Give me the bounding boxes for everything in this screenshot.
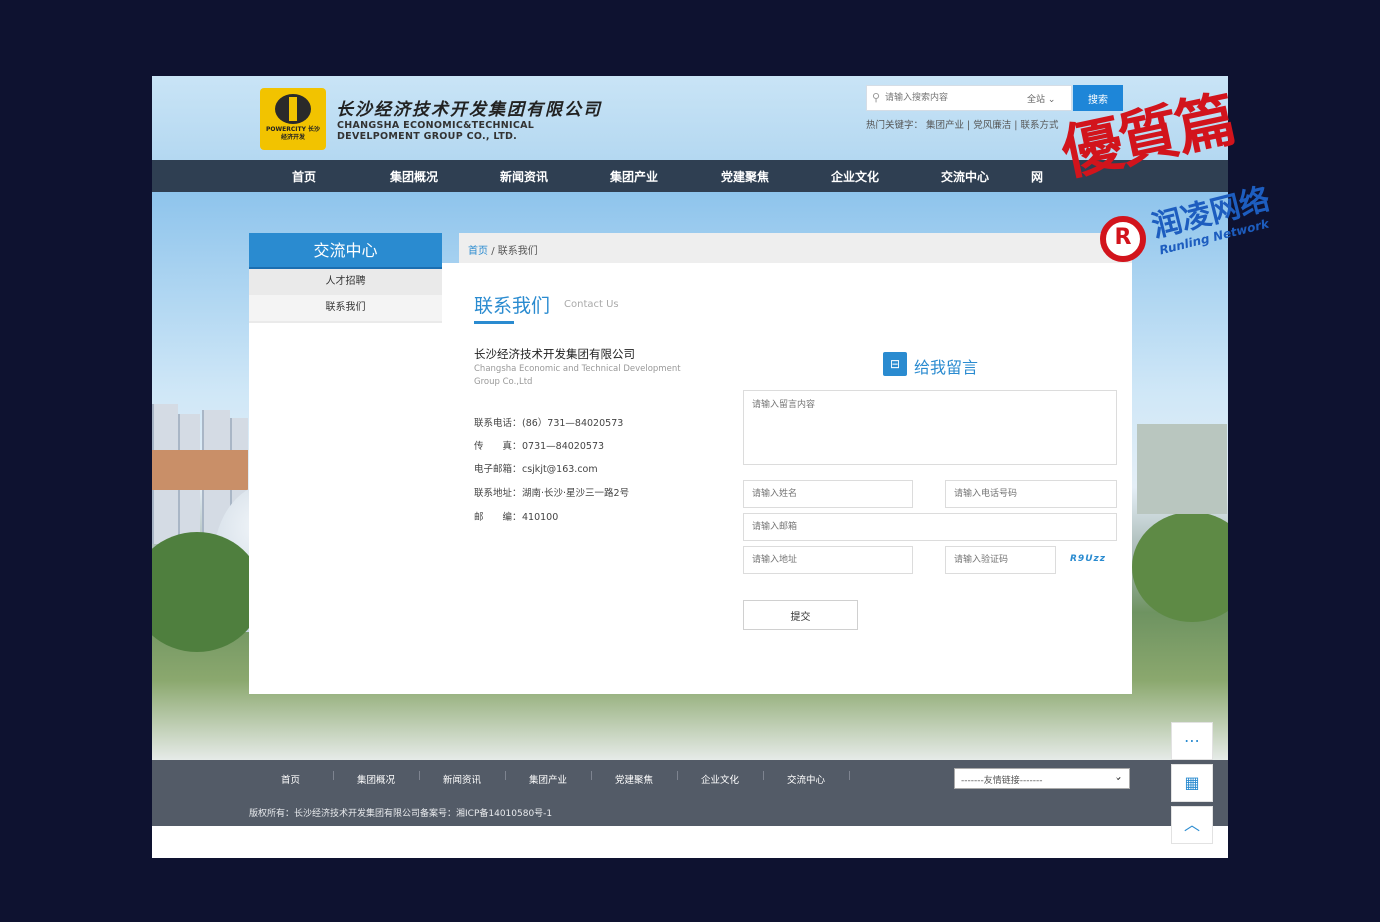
captcha-field[interactable] <box>945 546 1056 574</box>
tree <box>1132 512 1228 622</box>
search-scope-label: 全站 <box>1027 95 1046 105</box>
qrcode-icon[interactable]: ▦ <box>1171 764 1213 802</box>
chevron-down-icon: ⌄ <box>1047 95 1056 105</box>
submit-button[interactable]: 提交 <box>743 600 858 630</box>
search-input[interactable] <box>885 89 1021 107</box>
contact-company-name-en: Changsha Economic and Technical Developm… <box>474 364 681 387</box>
logo-text: POWERCITY 长沙经济开发 <box>266 126 320 141</box>
sidebar: 交流中心 人才招聘 联系我们 <box>249 233 442 323</box>
footer-divider: | <box>418 771 422 781</box>
footer-divider: | <box>504 771 508 781</box>
contact-row-phone: 联系电话：(86）731—84020573 <box>474 415 623 429</box>
footer-link-home[interactable]: 首页 <box>281 772 300 786</box>
footer-link-news[interactable]: 新闻资讯 <box>443 772 481 786</box>
page-title: 联系我们 <box>474 295 551 317</box>
nav-item-more[interactable]: 网 <box>1022 168 1052 185</box>
admin-login-link[interactable]: 后台入口 <box>1092 772 1130 786</box>
search-scope-select[interactable]: 全站 ⌄ <box>1027 92 1055 105</box>
message-content-field[interactable] <box>743 390 1117 465</box>
contact-value: 湖南·长沙·星沙三一路2号 <box>522 488 630 499</box>
contact-label: 联系地址： <box>474 488 522 499</box>
footer-link-overview[interactable]: 集团概况 <box>357 772 395 786</box>
company-logo[interactable]: POWERCITY 长沙经济开发 <box>260 88 326 150</box>
footer-divider: | <box>332 771 336 781</box>
contact-value: (86）731—84020573 <box>522 418 624 429</box>
breadcrumb-home[interactable]: 首页 <box>468 246 488 257</box>
page-subtitle: Contact Us <box>564 299 619 310</box>
contact-row-address: 联系地址：湖南·长沙·星沙三一路2号 <box>474 485 629 499</box>
contact-value: 410100 <box>522 512 559 523</box>
city-right <box>1137 424 1227 514</box>
footer-divider: | <box>762 771 766 781</box>
footer-divider: | <box>848 771 852 781</box>
breadcrumb-current: 联系我们 <box>497 246 538 257</box>
logo-emblem-icon <box>275 94 311 124</box>
breadcrumb-separator: / <box>491 246 495 257</box>
contact-value: csjkjt@163.com <box>522 464 598 475</box>
footer-divider: | <box>676 771 680 781</box>
nav-item-overview[interactable]: 集团概况 <box>374 168 454 185</box>
captcha-image[interactable]: R9Uzz <box>1070 554 1106 564</box>
contact-label: 传 真： <box>474 441 522 452</box>
email-field[interactable] <box>743 513 1117 541</box>
sidebar-item-contact[interactable]: 联系我们 <box>249 295 442 321</box>
search-box: ⚲ 全站 ⌄ <box>866 85 1072 111</box>
address-field[interactable] <box>743 546 913 574</box>
footer-link-industry[interactable]: 集团产业 <box>529 772 567 786</box>
title-underline <box>474 321 514 324</box>
contact-company-name: 长沙经济技术开发集团有限公司 <box>474 347 635 361</box>
message-icon: ⊟ <box>883 352 907 376</box>
nav-item-industry[interactable]: 集团产业 <box>594 168 674 185</box>
friend-links-label: -------友情链接------- <box>961 776 1043 786</box>
main-content: 联系我们 Contact Us 长沙经济技术开发集团有限公司 Changsha … <box>442 263 1132 694</box>
contact-label: 邮 编： <box>474 512 522 523</box>
company-name-en-line2: DEVELPOMENT GROUP CO., LTD. <box>337 131 518 142</box>
contact-row-fax: 传 真：0731—84020573 <box>474 438 604 452</box>
back-to-top-icon[interactable]: ︿ <box>1171 806 1213 844</box>
breadcrumb: 首页 / 联系我们 <box>459 233 1132 263</box>
name-field[interactable] <box>743 480 913 508</box>
search-icon: ⚲ <box>872 91 881 104</box>
nav-item-home[interactable]: 首页 <box>264 168 344 185</box>
nav-item-party[interactable]: 党建聚焦 <box>705 168 785 185</box>
footer-link-culture[interactable]: 企业文化 <box>701 772 739 786</box>
company-name-en-line1: CHANGSHA ECONOMIC&TECHNICAL <box>337 120 535 131</box>
contact-row-email: 电子邮箱：csjkjt@163.com <box>474 461 598 475</box>
footer-link-party[interactable]: 党建聚焦 <box>615 772 653 786</box>
chat-icon[interactable]: ⋯ <box>1171 722 1213 760</box>
footer-divider: | <box>590 771 594 781</box>
sidebar-panel <box>249 323 442 694</box>
contact-label: 联系电话： <box>474 418 522 429</box>
copyright-text: 版权所有：长沙经济技术开发集团有限公司备案号：湘ICP备14010580号-1 <box>249 809 553 819</box>
contact-label: 电子邮箱： <box>474 464 522 475</box>
message-form-title: 给我留言 <box>914 358 979 377</box>
footer: 首页 | 集团概况 | 新闻资讯 | 集团产业 | 党建聚焦 | 企业文化 | … <box>152 760 1228 826</box>
sidebar-item-recruitment[interactable]: 人才招聘 <box>249 269 442 295</box>
contact-value: 0731—84020573 <box>522 441 605 452</box>
hot-keywords[interactable]: 热门关键字： 集团产业 | 党风廉洁 | 联系方式 <box>866 117 1059 131</box>
company-name-cn: 长沙经济技术开发集团有限公司 <box>336 100 602 120</box>
company-name-en: CHANGSHA ECONOMIC&TECHNICAL DEVELPOMENT … <box>337 120 534 142</box>
contact-row-postcode: 邮 编：410100 <box>474 509 558 523</box>
footer-link-exchange[interactable]: 交流中心 <box>787 772 825 786</box>
watermark-logo: R <box>1100 216 1146 262</box>
building-red <box>152 450 248 490</box>
sidebar-title: 交流中心 <box>249 233 442 269</box>
phone-field[interactable] <box>945 480 1117 508</box>
nav-item-exchange[interactable]: 交流中心 <box>925 168 1005 185</box>
nav-item-culture[interactable]: 企业文化 <box>815 168 895 185</box>
nav-item-news[interactable]: 新闻资讯 <box>484 168 564 185</box>
website-frame: POWERCITY 长沙经济开发 长沙经济技术开发集团有限公司 CHANGSHA… <box>152 76 1228 858</box>
